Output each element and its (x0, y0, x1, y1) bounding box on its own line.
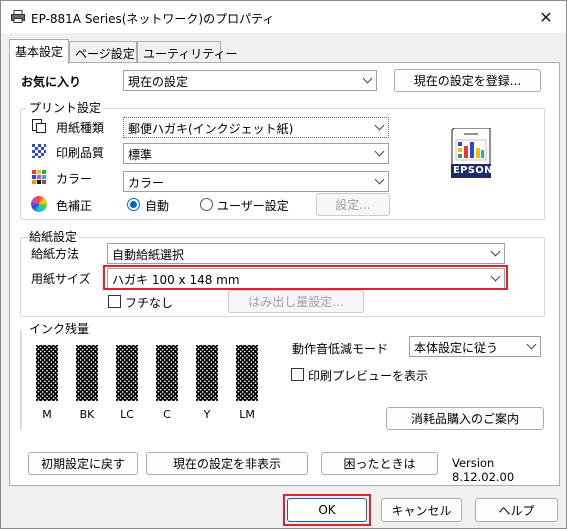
paper-size-highlight (103, 265, 508, 290)
paper-type-icon (32, 119, 46, 133)
chevron-down-icon (526, 339, 537, 350)
cancel-button[interactable]: キャンセル (381, 498, 462, 522)
favorites-value: 現在の設定 (128, 75, 189, 89)
ink-bar-c (156, 345, 178, 401)
epson-logo: EPSON (453, 165, 493, 176)
register-settings-button[interactable]: 現在の設定を登録... (394, 69, 541, 92)
paper-source-select[interactable]: 自動給紙選択 (107, 243, 505, 264)
quiet-mode-label: 動作音低減モード (292, 342, 389, 356)
supplies-purchase-button[interactable]: 消耗品購入のご案内 (386, 407, 544, 430)
color-correction-user-radio[interactable] (200, 198, 213, 211)
chevron-down-icon (490, 246, 501, 257)
color-correction-user-label: ユーザー設定 (217, 199, 289, 213)
print-quality-value: 標準 (128, 148, 153, 162)
borderless-label: フチなし (125, 296, 174, 310)
printer-icon (11, 10, 25, 23)
quiet-mode-select[interactable]: 本体設定に従う (409, 336, 541, 357)
paper-source-value: 自動給紙選択 (112, 248, 185, 262)
color-correction-icon (31, 196, 47, 212)
ink-levels-group (20, 330, 22, 430)
color-correction-settings-button[interactable]: 設定... (316, 193, 390, 216)
color-correction-auto-label: 自動 (145, 199, 170, 213)
tab-basic-settings[interactable]: 基本設定 (9, 39, 69, 64)
color-label: カラー (56, 172, 93, 186)
print-preview-label: 印刷プレビューを表示 (308, 369, 429, 383)
hide-settings-button[interactable]: 現在の設定を非表示 (146, 452, 308, 475)
paper-preview: EPSON (448, 127, 494, 190)
feed-settings-label: 給紙設定 (27, 230, 80, 244)
troubleshoot-button[interactable]: 困ったときは (321, 452, 438, 475)
color-grid-icon (32, 170, 46, 184)
quiet-mode-value: 本体設定に従う (414, 341, 499, 355)
ink-bar-lm (236, 345, 258, 401)
chevron-down-icon (362, 73, 373, 84)
favorites-label: お気に入り (21, 75, 82, 89)
version-text: Version 8.12.02.00 (452, 456, 515, 484)
chevron-down-icon (374, 146, 385, 157)
ok-highlight (283, 494, 371, 526)
paper-size-label: 用紙サイズ (31, 272, 91, 286)
ink-bar-y (196, 345, 218, 401)
ink-levels-label: インク残量 (27, 322, 92, 336)
ink-label-c: C (163, 408, 171, 421)
title-bar: EP-881A Series(ネットワーク)のプロパティ ✕ (1, 1, 566, 33)
ink-label-m: M (42, 408, 52, 421)
print-settings-label: プリント設定 (27, 101, 104, 115)
basic-settings-panel: お気に入り 現在の設定 現在の設定を登録... プリント設定 用紙種類 郵便ハガ… (9, 62, 560, 486)
color-correction-label: 色補正 (56, 199, 93, 213)
paper-type-select[interactable]: 郵便ハガキ(インクジェット紙) (123, 117, 389, 138)
postcard-preview-icon (451, 127, 491, 178)
paper-type-label: 用紙種類 (56, 121, 105, 135)
ink-label-bk: BK (79, 408, 95, 421)
ink-bar-m (36, 345, 58, 401)
favorites-select[interactable]: 現在の設定 (123, 70, 377, 91)
chevron-down-icon (374, 174, 385, 185)
print-preview-checkbox[interactable] (291, 368, 304, 381)
properties-dialog: EP-881A Series(ネットワーク)のプロパティ ✕ 基本設定 ページ設… (0, 0, 567, 529)
print-quality-icon (32, 144, 46, 158)
ink-bar-lc (116, 345, 138, 401)
window-title: EP-881A Series(ネットワーク)のプロパティ (31, 12, 275, 26)
color-correction-auto-radio[interactable] (127, 198, 140, 211)
color-select[interactable]: カラー (123, 171, 389, 192)
color-value: カラー (128, 176, 165, 190)
overflow-settings-button[interactable]: はみ出し量設定... (228, 290, 364, 313)
print-quality-select[interactable]: 標準 (123, 143, 389, 164)
chevron-down-icon (374, 120, 385, 131)
close-button[interactable]: ✕ (531, 5, 561, 29)
borderless-checkbox[interactable] (108, 295, 121, 308)
ink-label-lc: LC (120, 408, 134, 421)
tab-utility[interactable]: ユーティリティー (137, 41, 238, 63)
paper-source-label: 給紙方法 (31, 247, 80, 261)
tab-page-settings[interactable]: ページ設定 (69, 41, 137, 63)
ink-label-lm: LM (239, 408, 255, 421)
paper-type-value: 郵便ハガキ(インクジェット紙) (128, 122, 294, 136)
print-quality-label: 印刷品質 (56, 146, 105, 160)
ink-label-y: Y (203, 408, 211, 421)
reset-defaults-button[interactable]: 初期設定に戻す (28, 452, 138, 475)
ink-bar-bk (76, 345, 98, 401)
help-button[interactable]: ヘルプ (475, 498, 558, 522)
